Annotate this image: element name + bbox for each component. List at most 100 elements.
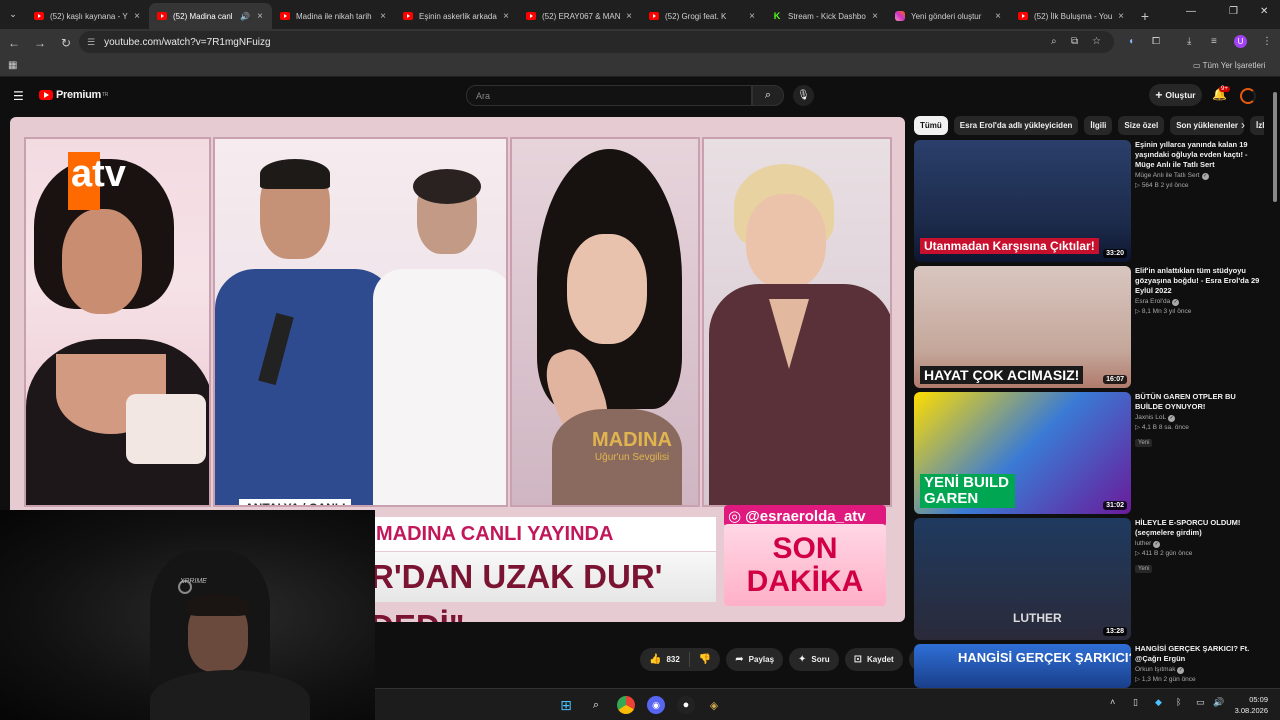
- close-tab-icon[interactable]: ×: [377, 11, 389, 22]
- video-title[interactable]: HANGİSİ GERÇEK ŞARKICI? Ft. @Çağrı Ergün: [1135, 644, 1263, 664]
- media-control-icon[interactable]: ≡: [1211, 36, 1217, 47]
- thumbnail-caption: YENİ BUILD GAREN: [920, 474, 1015, 508]
- account-avatar[interactable]: [1240, 88, 1256, 104]
- search-icon[interactable]: ⌕: [587, 696, 605, 714]
- browser-tab[interactable]: Yeni gönderi oluştur ×: [887, 3, 1010, 29]
- close-tab-icon[interactable]: ×: [1115, 11, 1127, 22]
- like-button[interactable]: 👍 832: [640, 648, 689, 671]
- install-app-icon[interactable]: ⧉: [1071, 36, 1078, 47]
- video-title[interactable]: HİLEYLE E-SPORCU OLDUM! (seçmelere girdi…: [1135, 518, 1263, 538]
- filter-chip[interactable]: İlgili: [1084, 116, 1113, 135]
- save-button[interactable]: ⊡ Kaydet: [844, 648, 903, 671]
- video-title[interactable]: BÜTÜN GAREN OTPLER BU BUİLDE OYNUYOR!: [1135, 392, 1263, 412]
- chevron-up-icon[interactable]: ˄: [1110, 697, 1115, 707]
- youtube-favicon-icon: [280, 12, 290, 20]
- hamburger-menu-icon[interactable]: ☰: [13, 89, 24, 103]
- browser-tab[interactable]: (52) ERAY067 & MAN ×: [518, 3, 641, 29]
- channel-name[interactable]: Jaxnis LoL: [1135, 414, 1166, 421]
- browser-tab[interactable]: Madina ile nikah tarih ×: [272, 3, 395, 29]
- site-info-icon[interactable]: ☰: [87, 37, 95, 48]
- close-tab-icon[interactable]: ×: [623, 11, 635, 22]
- youtube-logo-icon: [39, 90, 53, 100]
- taskbar-clock[interactable]: 05:09 3.08.2026: [1228, 694, 1268, 716]
- chevron-right-icon[interactable]: ›: [1241, 118, 1245, 132]
- shield-icon[interactable]: ◆: [1155, 697, 1162, 708]
- close-tab-icon[interactable]: ×: [254, 11, 266, 22]
- recommended-video[interactable]: Utanmadan Karşısına Çıktılar! 33:20 Eşinin…: [914, 140, 1264, 262]
- obs-taskbar-icon[interactable]: ●: [677, 696, 695, 714]
- tab-audio-icon[interactable]: 🔊: [240, 12, 250, 21]
- maximize-icon[interactable]: ❐: [1229, 6, 1238, 17]
- thumbnail-caption: Utanmadan Karşısına Çıktılar!: [920, 238, 1099, 254]
- zoom-icon[interactable]: ⌕: [1051, 36, 1057, 47]
- download-icon[interactable]: ⤓: [1187, 36, 1191, 47]
- video-title[interactable]: Elif'in anlattıkları tüm stüdyoyu gözyaş…: [1135, 266, 1263, 296]
- browser-tab[interactable]: (52) Madina canl 🔊 ×: [149, 3, 272, 29]
- ask-button[interactable]: ✦ Soru: [789, 648, 839, 671]
- reload-icon[interactable]: ↻: [54, 31, 78, 55]
- channel-name[interactable]: Orkun Işıtmak: [1135, 666, 1175, 673]
- create-button[interactable]: + Oluştur: [1149, 84, 1202, 106]
- browser-tab[interactable]: K Stream - Kick Dashbo ×: [764, 3, 887, 29]
- filter-chip[interactable]: Size özel: [1118, 116, 1165, 135]
- browser-tab[interactable]: (52) Grogi feat. K ×: [641, 3, 764, 29]
- close-window-icon[interactable]: ✕: [1260, 6, 1268, 17]
- extensions-puzzle-icon[interactable]: ⧠: [1152, 36, 1160, 47]
- dislike-button[interactable]: 👎: [690, 648, 720, 671]
- close-tab-icon[interactable]: ×: [869, 11, 881, 22]
- video-thumbnail[interactable]: Utanmadan Karşısına Çıktılar! 33:20: [914, 140, 1131, 262]
- address-bar[interactable]: ☰ youtube.com/watch?v=7R1mgNFuizg ⌕ ⧉ ☆: [79, 31, 1114, 53]
- usb-icon[interactable]: ▯: [1133, 697, 1138, 708]
- video-panel-guests: ANTALYA / CANLI: [213, 137, 508, 507]
- video-title[interactable]: Eşinin yıllarca yanında kalan 19 yaşında…: [1135, 140, 1263, 170]
- apps-grid-icon[interactable]: ▦: [8, 60, 17, 71]
- video-thumbnail[interactable]: HAYAT ÇOK ACIMASIZ! 16:07: [914, 266, 1131, 388]
- channel-name[interactable]: Esra Erol'da: [1135, 298, 1170, 305]
- bookmark-star-icon[interactable]: ☆: [1092, 36, 1101, 47]
- video-thumbnail[interactable]: LUTHER 13:28: [914, 518, 1131, 640]
- windows-start-icon[interactable]: ⊞: [557, 696, 575, 714]
- league-taskbar-icon[interactable]: ◈: [705, 696, 723, 714]
- back-icon[interactable]: ←: [2, 31, 26, 55]
- filter-chip[interactable]: Son yüklenenler: [1170, 116, 1244, 135]
- recommended-video[interactable]: HAYAT ÇOK ACIMASIZ! 16:07 Elif'in anlattık…: [914, 266, 1264, 388]
- video-thumbnail[interactable]: HANGİSİ GERÇEK ŞARKICI?: [914, 644, 1131, 688]
- close-tab-icon[interactable]: ×: [746, 11, 758, 22]
- channel-name[interactable]: Müge Anlı ile Tatlı Sert: [1135, 172, 1200, 179]
- search-button[interactable]: ⌕: [752, 85, 784, 106]
- filter-chip[interactable]: Tümü: [914, 116, 948, 135]
- monitor-icon[interactable]: ▭: [1196, 697, 1205, 708]
- share-button[interactable]: ➦ Paylaş: [726, 648, 784, 671]
- bookmarks-folder[interactable]: ▭ Tüm Yer İşaretleri: [1193, 61, 1265, 70]
- minimize-icon[interactable]: —: [1186, 6, 1196, 17]
- video-duration: 33:20: [1103, 249, 1127, 258]
- new-tab-button[interactable]: +: [1133, 3, 1157, 29]
- forward-icon[interactable]: →: [28, 31, 52, 55]
- recommended-video[interactable]: LUTHER 13:28 HİLEYLE E-SPORCU OLDUM! (seçm…: [914, 518, 1264, 640]
- tab-search-menu-button[interactable]: ⌄: [0, 0, 26, 29]
- search-input[interactable]: Ara: [466, 85, 752, 106]
- extension-icon[interactable]: ◖: [1128, 36, 1134, 47]
- browser-tab[interactable]: (52) İlk Buluşma - You ×: [1010, 3, 1133, 29]
- recommended-video[interactable]: YENİ BUILD GAREN 31:02 BÜTÜN GAREN OTPLER …: [914, 392, 1264, 514]
- video-thumbnail[interactable]: YENİ BUILD GAREN 31:02: [914, 392, 1131, 514]
- filter-chip[interactable]: İzlen: [1250, 116, 1264, 135]
- channel-name[interactable]: luther: [1135, 540, 1151, 547]
- browser-tab[interactable]: (52) kaşlı kaynana - Y ×: [26, 3, 149, 29]
- filter-chip[interactable]: Esra Erol'da adlı yükleyiciden: [953, 116, 1079, 135]
- voice-search-button[interactable]: 🎙: [793, 85, 814, 106]
- discord-taskbar-icon[interactable]: ◉: [647, 696, 665, 714]
- bluetooth-icon[interactable]: ᛒ: [1176, 697, 1181, 707]
- recommended-video[interactable]: HANGİSİ GERÇEK ŞARKICI? HANGİSİ GERÇEK ŞA…: [914, 644, 1264, 688]
- scrollbar-thumb[interactable]: [1273, 92, 1277, 202]
- close-tab-icon[interactable]: ×: [992, 11, 1004, 22]
- browser-menu-icon[interactable]: ⋮: [1262, 36, 1272, 47]
- close-tab-icon[interactable]: ×: [500, 11, 512, 22]
- youtube-premium-logo[interactable]: Premium TR: [39, 89, 108, 101]
- volume-icon[interactable]: 🔊: [1213, 697, 1224, 708]
- profile-avatar[interactable]: U: [1234, 35, 1247, 48]
- browser-tab[interactable]: Eşinin askerlik arkada ×: [395, 3, 518, 29]
- chrome-taskbar-icon[interactable]: [617, 696, 635, 714]
- close-tab-icon[interactable]: ×: [131, 11, 143, 22]
- mic-icon: 🎙: [797, 90, 810, 101]
